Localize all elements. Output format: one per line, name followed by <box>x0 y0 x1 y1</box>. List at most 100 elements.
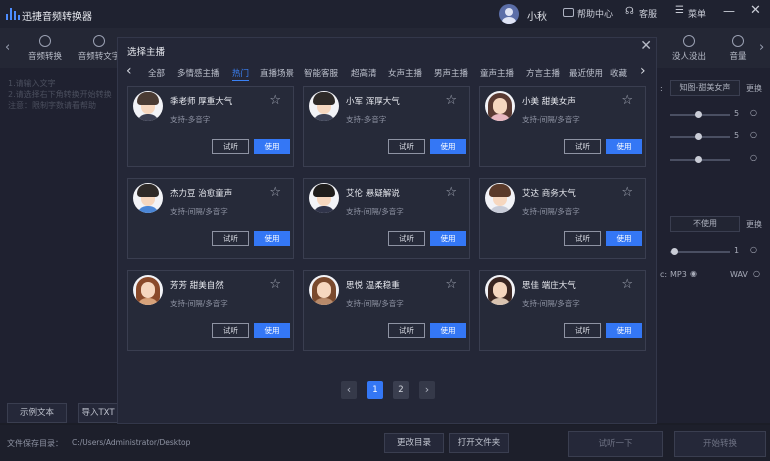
anchor-card[interactable]: 思悦 温柔稳重 支持-间隔/多音字 ☆ 试听 使用 <box>303 270 470 351</box>
bgm-volume-knob[interactable] <box>671 248 678 255</box>
listen-button[interactable]: 试听 <box>388 139 425 154</box>
help-icon[interactable] <box>563 8 574 17</box>
nav-fade[interactable]: 没人没出 <box>663 28 715 68</box>
page-button[interactable]: 2 <box>393 381 409 399</box>
favorite-star-icon[interactable]: ☆ <box>621 185 633 200</box>
customer-service-link[interactable]: 客服 <box>639 7 657 20</box>
use-button[interactable]: 使用 <box>254 139 290 154</box>
tab-female[interactable]: 女声主播 <box>388 67 422 79</box>
prev-page-icon[interactable]: ‹ <box>341 381 357 399</box>
tab-hot[interactable]: 热门 <box>232 67 250 81</box>
listen-button[interactable]: 试听 <box>564 139 601 154</box>
nav-next-icon[interactable]: › <box>759 40 764 55</box>
format-mp3-label[interactable]: MP3 <box>670 270 687 279</box>
reset-icon[interactable]: ○ <box>750 245 757 254</box>
minimize-icon[interactable]: — <box>723 4 735 18</box>
change-bgm-link[interactable]: 更换 <box>746 219 762 230</box>
change-dir-button[interactable]: 更改目录 <box>384 433 444 453</box>
headset-icon[interactable]: ☊ <box>625 6 634 17</box>
format-wav-label[interactable]: WAV <box>730 270 748 279</box>
use-button[interactable]: 使用 <box>606 323 642 338</box>
listen-button[interactable]: 试听 <box>564 323 601 338</box>
anchor-card[interactable]: 芳芳 甜美自然 支持-间隔/多音字 ☆ 试听 使用 <box>127 270 294 351</box>
listen-button[interactable]: 试听 <box>564 231 601 246</box>
use-button[interactable]: 使用 <box>430 139 466 154</box>
page-button[interactable]: 1 <box>367 381 383 399</box>
anchor-name: 艾伦 悬疑解说 <box>346 189 400 199</box>
user-avatar[interactable] <box>499 4 519 24</box>
settings-panel: : 知图-甜美女声 更换 5 ○ 5 ○ ○ 不使用 更换 1 ○ c: MP3… <box>657 68 770 423</box>
listen-button[interactable]: 试听 <box>388 231 425 246</box>
anchor-selector[interactable]: 知图-甜美女声 <box>670 80 740 96</box>
anchor-card[interactable]: 艾达 商务大气 支持-间隔/多音字 ☆ 试听 使用 <box>479 178 646 259</box>
text-input-panel[interactable]: 1.请输入文字 2.请选择右下角转换开始转换 注意：限制字数请看帮助 示例文本 … <box>0 68 118 423</box>
anchor-card[interactable]: 小美 甜美女声 支持-间隔/多音字 ☆ 试听 使用 <box>479 86 646 167</box>
use-button[interactable]: 使用 <box>254 231 290 246</box>
example-text-button[interactable]: 示例文本 <box>7 403 67 423</box>
favorite-star-icon[interactable]: ☆ <box>621 277 633 292</box>
favorite-star-icon[interactable]: ☆ <box>445 185 457 200</box>
tab-male[interactable]: 男声主播 <box>434 67 468 79</box>
listen-button[interactable]: 试听 <box>212 323 249 338</box>
use-button[interactable]: 使用 <box>254 323 290 338</box>
start-convert-button[interactable]: 开始转换 <box>674 431 766 457</box>
tab-child[interactable]: 童声主播 <box>480 67 514 79</box>
use-button[interactable]: 使用 <box>606 231 642 246</box>
menu-icon[interactable]: ☰ <box>675 5 684 16</box>
favorite-star-icon[interactable]: ☆ <box>445 93 457 108</box>
tab-service[interactable]: 智能客服 <box>304 67 338 79</box>
favorite-star-icon[interactable]: ☆ <box>621 93 633 108</box>
open-folder-button[interactable]: 打开文件夹 <box>449 433 509 453</box>
listen-button[interactable]: 试听 <box>388 323 425 338</box>
tab-live[interactable]: 直播场景 <box>260 67 294 79</box>
app-title: 迅捷音频转换器 <box>22 12 92 23</box>
close-dialog-icon[interactable]: ✕ <box>640 38 652 54</box>
listen-button[interactable]: 试听 <box>212 231 249 246</box>
volume-knob[interactable] <box>695 156 702 163</box>
use-button[interactable]: 使用 <box>430 323 466 338</box>
import-txt-button[interactable]: 导入TXT <box>78 403 118 423</box>
bgm-dropdown[interactable]: 不使用 <box>670 216 740 232</box>
radio-icon[interactable]: ◉ <box>690 269 697 278</box>
use-button[interactable]: 使用 <box>606 139 642 154</box>
tab-all[interactable]: 全部 <box>148 67 165 79</box>
listen-button[interactable]: 试听 <box>212 139 249 154</box>
reset-icon[interactable]: ○ <box>750 108 757 117</box>
nav-volume[interactable]: 音量 <box>718 28 758 68</box>
use-button[interactable]: 使用 <box>430 231 466 246</box>
user-name[interactable]: 小秋 <box>527 8 547 23</box>
tab-recent[interactable]: 最近使用 <box>569 67 603 79</box>
nav-audio-convert[interactable]: 音频转换 <box>19 28 71 68</box>
anchor-card[interactable]: 小军 浑厚大气 支持-多音字 ☆ 试听 使用 <box>303 86 470 167</box>
anchor-name: 艾达 商务大气 <box>522 189 576 199</box>
help-center-link[interactable]: 帮助中心 <box>577 7 613 20</box>
change-anchor-link[interactable]: 更换 <box>746 83 762 94</box>
anchor-support: 支持-间隔/多音字 <box>522 115 580 124</box>
tab-dialect[interactable]: 方言主播 <box>526 67 560 79</box>
try-listen-button[interactable]: 试听一下 <box>568 431 663 457</box>
tab-favorites[interactable]: 收藏 <box>610 67 627 79</box>
speed-knob[interactable] <box>695 111 702 118</box>
tabs-prev-icon[interactable]: ‹ <box>126 63 132 79</box>
reset-icon[interactable]: ○ <box>750 153 757 162</box>
tabs-next-icon[interactable]: › <box>640 63 646 79</box>
tab-emotion[interactable]: 多情感主播 <box>177 67 220 79</box>
bgm-volume-slider[interactable] <box>670 251 730 253</box>
next-page-icon[interactable]: › <box>419 381 435 399</box>
favorite-star-icon[interactable]: ☆ <box>269 277 281 292</box>
close-window-icon[interactable]: ✕ <box>750 3 761 18</box>
favorite-star-icon[interactable]: ☆ <box>445 277 457 292</box>
reset-icon[interactable]: ○ <box>750 130 757 139</box>
favorite-star-icon[interactable]: ☆ <box>269 93 281 108</box>
nav-prev-icon[interactable]: ‹ <box>5 40 10 55</box>
colon-label: : <box>660 84 663 93</box>
anchor-card[interactable]: 艾伦 悬疑解说 支持-间隔/多音字 ☆ 试听 使用 <box>303 178 470 259</box>
anchor-card[interactable]: 思佳 端庄大气 支持-间隔/多音字 ☆ 试听 使用 <box>479 270 646 351</box>
menu-link[interactable]: 菜单 <box>688 7 706 20</box>
anchor-card[interactable]: 季老师 厚重大气 支持-多音字 ☆ 试听 使用 <box>127 86 294 167</box>
tab-hd[interactable]: 超高清 <box>351 67 377 79</box>
pitch-knob[interactable] <box>695 133 702 140</box>
favorite-star-icon[interactable]: ☆ <box>269 185 281 200</box>
anchor-card[interactable]: 杰力豆 治愈童声 支持-间隔/多音字 ☆ 试听 使用 <box>127 178 294 259</box>
radio-icon[interactable]: ○ <box>753 269 760 278</box>
